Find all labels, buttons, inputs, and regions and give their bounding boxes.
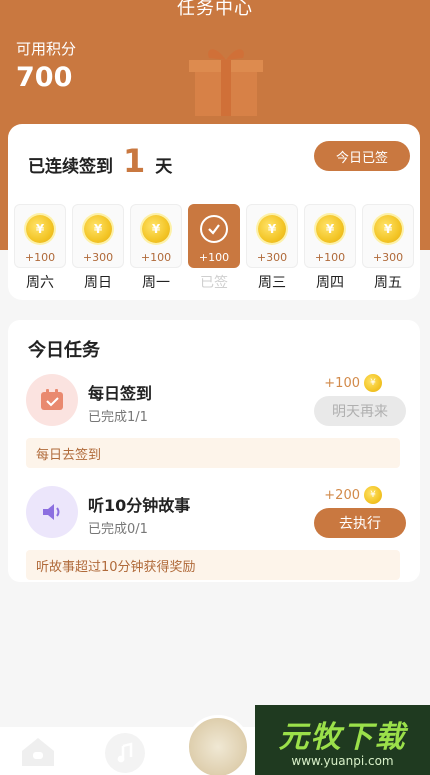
coin-icon: ¥ <box>364 486 382 504</box>
reward-value: +100 <box>324 375 360 391</box>
watermark-url: www.yuanpi.com <box>291 754 394 768</box>
day-item-checked[interactable]: +100 已签 <box>188 204 240 292</box>
day-name: 周一 <box>142 275 170 291</box>
day-item[interactable]: ¥ +300 周三 <box>246 204 298 292</box>
home-icon[interactable] <box>18 735 58 773</box>
day-box: ¥ +100 <box>130 204 182 268</box>
task-status: 已完成1/1 <box>88 410 148 425</box>
task-status: 已完成0/1 <box>88 522 148 537</box>
streak-days: 1 <box>123 142 146 180</box>
task-listen-story: 听10分钟故事 已完成0/1 +200 ¥ 去执行 <box>26 486 406 542</box>
task-reward: +200 ¥ <box>324 486 382 504</box>
streak-suffix: 天 <box>155 157 173 177</box>
day-item[interactable]: ¥ +100 周一 <box>130 204 182 292</box>
day-points: +100 <box>198 251 230 264</box>
music-icon[interactable] <box>105 733 145 773</box>
go-execute-button[interactable]: 去执行 <box>314 508 406 538</box>
task-name: 听10分钟故事 <box>88 496 191 515</box>
day-name: 周五 <box>374 275 402 291</box>
day-points: +100 <box>24 251 56 264</box>
day-box: ¥ +100 <box>304 204 356 268</box>
reward-value: +200 <box>324 487 360 503</box>
day-points: +300 <box>256 251 288 264</box>
gift-icon <box>189 49 263 116</box>
day-name: 周三 <box>258 275 286 291</box>
coin-icon: ¥ <box>26 215 54 243</box>
day-points: +300 <box>82 251 114 264</box>
day-item[interactable]: ¥ +100 周六 <box>14 204 66 292</box>
points-value: 700 <box>16 62 73 93</box>
watermark-logo: 元牧下载 www.yuanpi.com <box>255 705 430 775</box>
tasks-title: 今日任务 <box>28 340 100 361</box>
task-hint: 听故事超过10分钟获得奖励 <box>26 550 400 580</box>
task-hint: 每日去签到 <box>26 438 400 468</box>
day-box: ¥ +300 <box>362 204 414 268</box>
coin-icon: ¥ <box>364 374 382 392</box>
coin-icon: ¥ <box>142 215 170 243</box>
story-cover-button[interactable] <box>186 715 250 775</box>
coin-icon: ¥ <box>374 215 402 243</box>
coin-icon: ¥ <box>84 215 112 243</box>
streak-prefix: 已连续签到 <box>28 157 113 177</box>
watermark-main: 元牧下载 <box>278 720 407 755</box>
day-box: +100 <box>188 204 240 268</box>
check-icon <box>200 215 228 243</box>
coin-icon: ¥ <box>258 215 286 243</box>
day-item[interactable]: ¥ +300 周日 <box>72 204 124 292</box>
day-points: +100 <box>314 251 346 264</box>
day-points: +300 <box>372 251 404 264</box>
signin-card: 已连续签到 1 天 今日已签 ¥ +100 周六 ¥ +300 周日 ¥ +10… <box>8 124 420 300</box>
come-back-tomorrow-button[interactable]: 明天再来 <box>314 396 406 426</box>
day-name: 已签 <box>200 275 228 291</box>
task-daily-signin: 每日签到 已完成1/1 +100 ¥ 明天再来 <box>26 374 406 430</box>
speaker-icon <box>26 486 78 538</box>
today-signed-button[interactable]: 今日已签 <box>314 141 410 171</box>
task-name: 每日签到 <box>88 384 153 403</box>
day-name: 周日 <box>84 275 112 291</box>
points-label: 可用积分 <box>16 40 77 58</box>
calendar-icon <box>26 374 78 426</box>
coin-icon: ¥ <box>316 215 344 243</box>
task-card: 今日任务 每日签到 已完成1/1 +100 ¥ 明天再来 每日去签到 听10分钟… <box>8 320 420 582</box>
day-box: ¥ +300 <box>72 204 124 268</box>
day-points: +100 <box>140 251 172 264</box>
day-name: 周六 <box>26 275 54 291</box>
page-title: 任务中心 <box>177 0 253 19</box>
streak-text: 已连续签到 1 天 <box>28 142 172 180</box>
day-box: ¥ +100 <box>14 204 66 268</box>
day-name: 周四 <box>316 275 344 291</box>
day-item[interactable]: ¥ +300 周五 <box>362 204 414 292</box>
day-box: ¥ +300 <box>246 204 298 268</box>
day-item[interactable]: ¥ +100 周四 <box>304 204 356 292</box>
task-reward: +100 ¥ <box>324 374 382 392</box>
